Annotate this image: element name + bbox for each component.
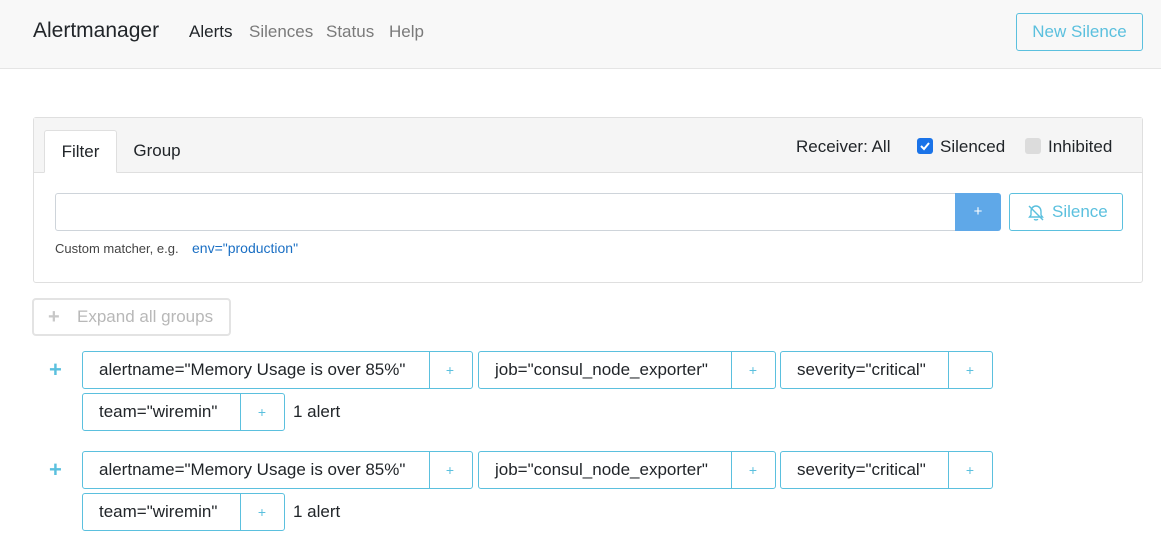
alert-count: 1 alert — [293, 402, 341, 421]
plus-icon: + — [48, 306, 60, 328]
matcher-add-button[interactable]: + — [948, 452, 992, 488]
nav-alerts[interactable]: Alerts — [189, 22, 232, 42]
navbar: Alertmanager Alerts Silences Status Help… — [0, 0, 1161, 69]
receiver-selector[interactable]: Receiver: All — [796, 137, 890, 157]
new-silence-button[interactable]: New Silence — [1016, 13, 1143, 51]
matcher-add-button[interactable]: + — [731, 352, 775, 388]
matcher-label[interactable]: job="consul_node_exporter" — [479, 452, 732, 488]
matcher-label[interactable]: severity="critical" — [781, 352, 949, 388]
filter-input[interactable] — [55, 193, 956, 231]
matcher-add-button[interactable]: + — [731, 452, 775, 488]
matcher-label[interactable]: alertname="Memory Usage is over 85%" — [83, 352, 430, 388]
matcher-alertname: alertname="Memory Usage is over 85%" + — [82, 451, 473, 489]
matcher-job: job="consul_node_exporter" + — [478, 351, 776, 389]
matcher-label[interactable]: team="wiremin" — [83, 494, 241, 530]
matcher-add-button[interactable]: + — [948, 352, 992, 388]
matcher-add-button[interactable]: + — [240, 394, 284, 430]
alert-count: 1 alert — [293, 502, 341, 521]
tab-group[interactable]: Group — [122, 130, 192, 173]
bell-slash-icon — [1028, 205, 1044, 221]
matcher-hint: Custom matcher, e.g. — [55, 241, 179, 256]
inhibited-checkbox[interactable] — [1025, 138, 1041, 154]
matcher-alertname: alertname="Memory Usage is over 85%" + — [82, 351, 473, 389]
group-expand-icon[interactable]: + — [49, 359, 62, 381]
matcher-severity: severity="critical" + — [780, 451, 993, 489]
matcher-severity: severity="critical" + — [780, 351, 993, 389]
matcher-add-button[interactable]: + — [428, 452, 472, 488]
nav-silences[interactable]: Silences — [249, 22, 313, 42]
silence-button[interactable]: Silence — [1009, 193, 1123, 231]
add-matcher-button[interactable]: + — [955, 193, 1001, 231]
filter-card: Filter Group Receiver: All Silenced Inhi… — [33, 117, 1143, 283]
filter-card-header: Filter Group Receiver: All Silenced Inhi… — [34, 118, 1142, 173]
inhibited-label: Inhibited — [1048, 137, 1113, 156]
expand-all-groups-button[interactable]: + Expand all groups — [32, 298, 231, 336]
silenced-checkbox[interactable] — [917, 138, 933, 154]
silenced-label: Silenced — [940, 137, 1006, 156]
nav-help[interactable]: Help — [389, 22, 424, 42]
matcher-add-button[interactable]: + — [240, 494, 284, 530]
nav-status[interactable]: Status — [326, 22, 374, 42]
matcher-team: team="wiremin" + — [82, 393, 285, 431]
matcher-hint-example: env="production" — [192, 240, 299, 256]
matcher-label[interactable]: job="consul_node_exporter" — [479, 352, 732, 388]
check-icon — [920, 142, 930, 151]
group-expand-icon[interactable]: + — [49, 459, 62, 481]
brand-logo[interactable]: Alertmanager — [33, 19, 159, 43]
expand-all-label: Expand all groups — [77, 307, 214, 326]
matcher-label[interactable]: alertname="Memory Usage is over 85%" — [83, 452, 430, 488]
tab-filter[interactable]: Filter — [44, 130, 117, 173]
matcher-job: job="consul_node_exporter" + — [478, 451, 776, 489]
matcher-team: team="wiremin" + — [82, 493, 285, 531]
matcher-label[interactable]: team="wiremin" — [83, 394, 241, 430]
matcher-label[interactable]: severity="critical" — [781, 452, 949, 488]
matcher-add-button[interactable]: + — [428, 352, 472, 388]
silence-button-label: Silence — [1052, 202, 1108, 221]
